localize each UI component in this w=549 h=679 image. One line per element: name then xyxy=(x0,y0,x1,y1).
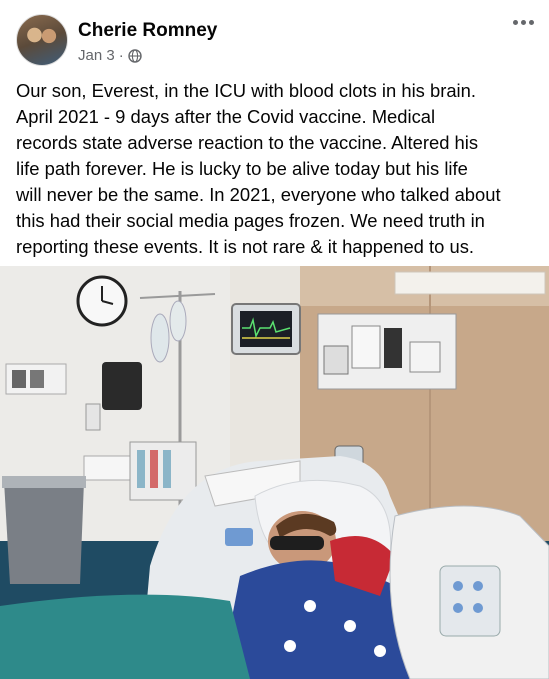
avatar[interactable] xyxy=(16,14,68,66)
post-meta: Jan 3 · xyxy=(78,47,142,64)
hospital-icu-room-photo[interactable] xyxy=(0,266,549,679)
more-options-icon[interactable] xyxy=(511,16,535,28)
meta-separator: · xyxy=(118,47,124,64)
globe-icon xyxy=(128,48,142,63)
post-date[interactable]: Jan 3 xyxy=(78,47,115,64)
post-header: Cherie Romney Jan 3 · xyxy=(0,0,549,72)
post-text: Our son, Everest, in the ICU with blood … xyxy=(16,80,501,257)
author-name[interactable]: Cherie Romney xyxy=(78,20,217,42)
